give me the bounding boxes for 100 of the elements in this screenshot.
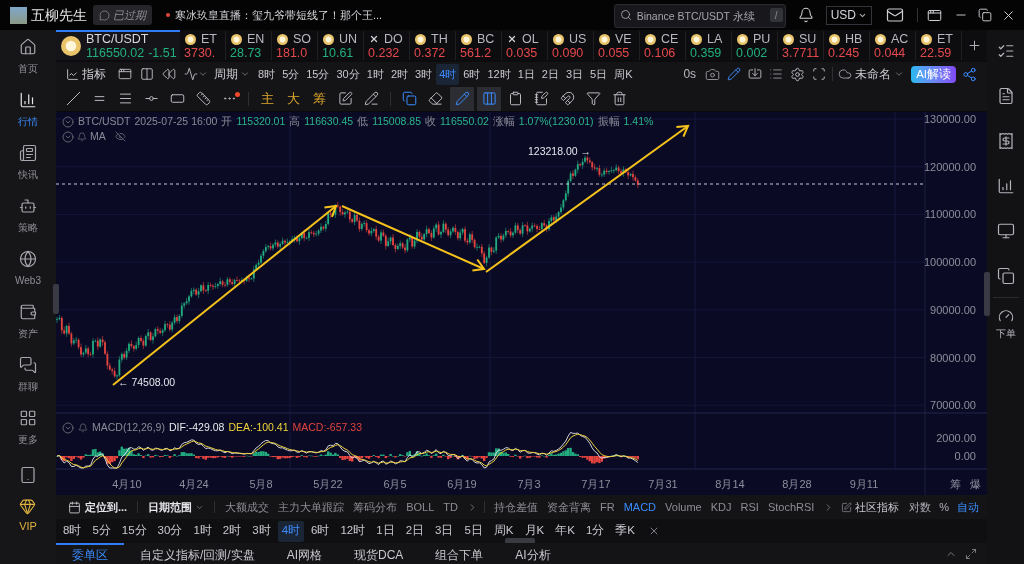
gauge-icon[interactable] [997,308,1014,324]
indicator-tab[interactable]: 大额成交 [225,498,270,516]
ticker-tab[interactable]: BTC/USDT 116550.02 -1.51 [56,30,180,60]
ticker-tab[interactable]: PU 0.002 [732,30,778,60]
expand-icon[interactable] [965,547,977,560]
sidebar-item[interactable]: 首页 [0,30,56,83]
stacked-cards-icon[interactable] [996,267,1015,285]
layout-select[interactable]: 未命名 [838,65,905,83]
columns-icon[interactable] [140,67,154,81]
tool-toggle-button[interactable] [450,86,474,111]
indicator-tab[interactable]: FR [600,498,615,516]
indicator-tab[interactable]: TD [443,498,458,516]
indicator-tab[interactable]: MACD [623,498,657,516]
indicator-tab[interactable]: Volume [665,498,702,516]
notebook-icon[interactable] [534,91,549,106]
timeframe-tab[interactable]: 3日 [431,520,458,542]
grid-icon[interactable] [19,408,37,427]
sidebar-item[interactable]: 群聊 [0,348,56,401]
timeframe-tab[interactable]: 5日 [587,63,611,85]
panel-tab[interactable]: 委单区 [56,543,124,564]
indicator-tab[interactable]: BOLL [406,498,435,516]
news-icon[interactable] [19,143,37,162]
sidebar-item[interactable]: 更多 [0,401,56,454]
robot-icon[interactable] [19,196,37,215]
document-icon[interactable] [996,87,1015,105]
gem-icon[interactable] [19,498,37,515]
chat-bubble-icon[interactable] [99,9,110,21]
rectangle-icon[interactable] [170,91,185,106]
indicator-tab[interactable]: 筹码分布 [353,498,398,516]
order-button[interactable]: 下单 [995,308,1016,341]
ticker-tab[interactable]: TH 0.372 [410,30,456,60]
clipboard-icon[interactable] [508,91,523,106]
quick-tool-button[interactable]: 主 [260,88,275,109]
timeframe-tab[interactable]: 1日 [514,63,538,85]
panel-tab[interactable]: AI分析 [499,543,567,564]
chart-icon[interactable] [66,67,79,81]
ticker-tab[interactable]: EN 28.73 [226,30,272,60]
resize-handle[interactable] [505,538,535,543]
ticker-tab[interactable]: OL 0.035 [502,30,548,60]
sidebar-item[interactable]: 行情 [0,83,56,136]
timeframe-tab[interactable]: 1时 [189,520,216,542]
sidebar-item[interactable]: 快讯 [0,136,56,189]
timeframe-tab[interactable]: 15分 [117,520,151,542]
window-icon[interactable] [927,7,942,23]
pencil-icon[interactable] [454,91,470,106]
ruler-icon[interactable] [196,91,211,106]
currency-select[interactable]: USD [825,5,872,25]
timeframe-tab[interactable]: 4时 [277,520,305,542]
checklist-icon[interactable] [996,42,1015,60]
fullscreen-icon[interactable] [812,67,827,81]
panel-tab[interactable]: 现货DCA [338,543,420,564]
filter-icon[interactable] [586,91,601,106]
sidebar-item[interactable]: 策略 [0,189,56,242]
timeframe-tab[interactable]: 1分 [581,520,609,542]
indicator-tab[interactable]: RSI [740,498,759,516]
bell-icon[interactable] [797,7,814,23]
columns-icon[interactable] [481,91,497,106]
scale-option[interactable]: % [939,498,949,516]
ticker-tab[interactable]: DO 0.232 [364,30,410,60]
tablet-icon[interactable] [19,465,37,485]
timeframe-tab[interactable]: 2日 [401,520,429,542]
period-button[interactable]: 周期 [214,65,250,83]
indicator-tab[interactable]: 资金背离 [547,498,591,516]
timeframe-tab[interactable]: 周K [611,63,636,85]
chat-icon[interactable] [19,355,37,374]
rewind-icon[interactable] [162,67,176,81]
timeframe-tab[interactable]: 季K [611,520,639,542]
settings-icon[interactable] [790,66,806,82]
timeframe-tab[interactable]: 年K [551,520,579,542]
collapse-handle[interactable] [984,272,990,316]
panel-tab[interactable]: 组合下单 [419,543,500,564]
timeframe-tab[interactable]: 2日 [538,63,562,85]
expired-badge[interactable]: 已过期 [93,5,152,25]
collapse-icon[interactable] [62,421,74,434]
timeframe-tab[interactable]: 12时 [336,520,370,542]
quick-tool-button[interactable]: 大 [286,88,301,109]
timeframe-tab[interactable]: 8时 [255,63,279,85]
cloud-icon[interactable] [838,67,853,81]
timeframe-tab[interactable]: 6时 [460,63,484,85]
import-icon[interactable] [748,67,763,81]
timeframe-tab[interactable]: 6时 [307,520,334,542]
timeframe-tab[interactable]: 5日 [460,520,487,542]
tool-toggle-button[interactable] [477,86,501,111]
bar-chart-icon[interactable] [19,90,37,109]
sidebar-item[interactable]: 资产 [0,295,56,348]
timeframe-tab[interactable]: 1日 [372,520,399,542]
indicator-tab[interactable]: 持仓差值 [494,498,538,516]
pencil-line-icon[interactable] [364,91,379,106]
locate-button[interactable]: 定位到... [68,498,128,516]
home-icon[interactable] [19,37,37,56]
ticker-tab[interactable]: ET 3730. [180,30,226,60]
wave-icon[interactable] [184,67,198,81]
ticker-tab[interactable]: LA 0.359 [686,30,732,60]
line-tool-icon[interactable] [66,91,81,106]
monitor-icon[interactable] [996,222,1015,240]
ticker-tab[interactable]: SO 181.0 [272,30,318,60]
calendar-icon[interactable] [68,500,81,514]
indicator-tab[interactable]: KDJ [710,498,732,516]
timeframe-tab[interactable]: 3日 [562,63,586,85]
mail-icon[interactable] [886,6,904,24]
